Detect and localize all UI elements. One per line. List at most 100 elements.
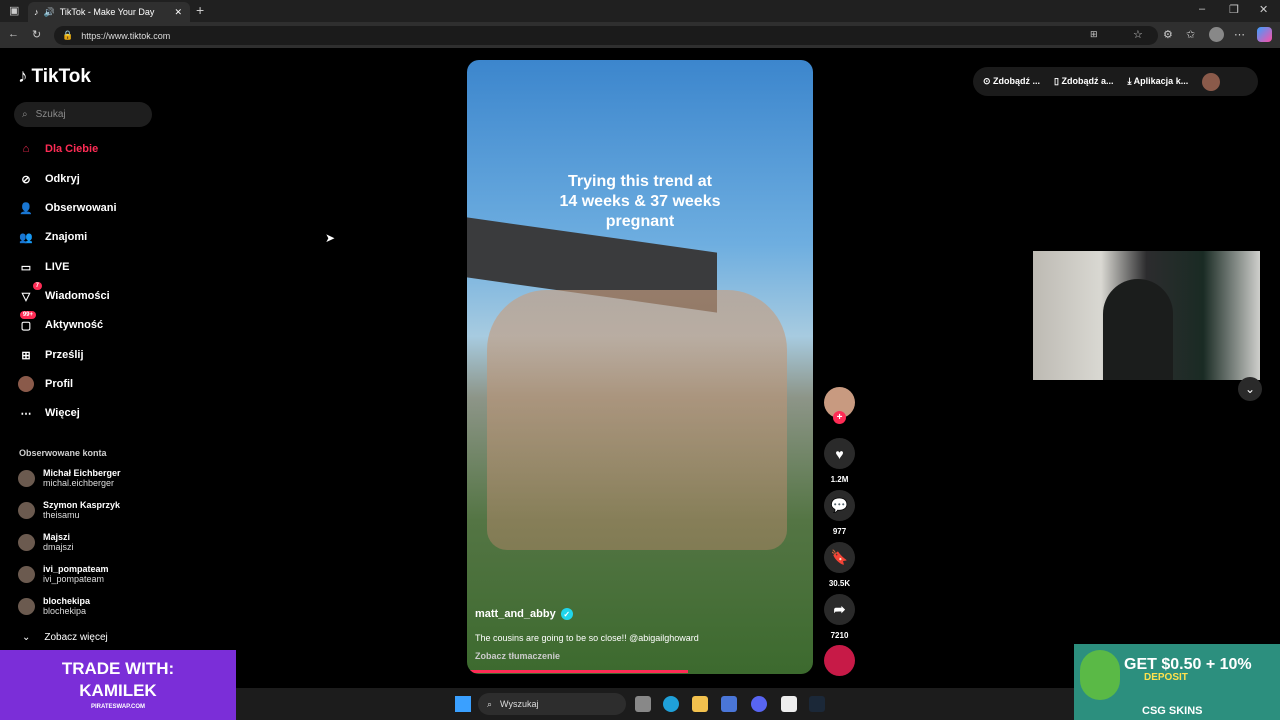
followed-account[interactable]: Michał Eichberger michal.eichberger [18,468,121,488]
avatar [18,565,35,583]
plus-square-icon: ⊞ [21,349,31,362]
task-view-icon[interactable] [635,696,651,712]
file-explorer-icon[interactable] [692,696,708,712]
taskbar-search-label: Wyszukaj [500,699,539,709]
favorites-icon[interactable]: ✩ [1186,28,1195,41]
nav-item-messages[interactable]: ▽ 7 Wiadomości [18,282,110,304]
nav-label: Dla Ciebie [45,143,99,155]
maximize-icon[interactable]: ❐ [1229,3,1239,16]
get-app-label: Zdobądź a... [1061,76,1114,86]
nav-label: Znajomi [45,231,88,243]
more-icon: ⋯ [20,407,32,420]
nav-label: Prześlij [45,349,84,361]
steam-icon[interactable] [809,696,825,712]
nav-item-for-you[interactable]: ⌂ Dla Ciebie [18,141,99,157]
video-player[interactable]: Trying this trend at 14 weeks & 37 weeks… [467,60,813,674]
followed-account[interactable]: Szymon Kasprzyk theisamu [18,500,120,520]
tiktok-logo[interactable]: ♪ TikTok [18,66,91,88]
share-button[interactable]: ➦ 7210 [824,594,855,640]
url-field[interactable]: 🔒 https://www.tiktok.com [54,26,1158,45]
save-button[interactable]: 🔖 30.5K [824,542,855,588]
people-group [487,290,787,550]
top-right-actions: ⊙ Zdobądź ... ▯ Zdobądź a... ⤓ Aplikacja… [973,67,1258,96]
account-handle: dmajszi [43,542,74,552]
back-icon[interactable]: ← [8,28,19,40]
streamer-figure [1103,279,1173,380]
browser-tab[interactable]: ♪ 🔊 TikTok - Make Your Day ✕ [28,2,190,22]
sponsor-banner-left: TRADE WITH: KAMILEK PIRATESWAP.COM [0,650,236,720]
music-disc-icon[interactable] [824,645,855,676]
account-name: Michał Eichberger [43,468,121,478]
followed-accounts-title: Obserwowane konta [19,448,107,458]
see-more-button[interactable]: ⌄ Zobacz więcej [22,632,108,643]
taskbar-search[interactable]: ⌕ Wyszukaj [478,693,626,715]
nav-label: Obserwowani [45,202,117,214]
desktop-app-button[interactable]: ⤓ Aplikacja k... [1128,76,1189,87]
follow-plus-icon[interactable]: + [833,411,846,424]
account-handle: blochekipa [43,606,87,616]
account-handle: ivi_pompateam [43,574,105,584]
people-icon: 👥 [19,231,33,244]
save-count: 30.5K [828,579,851,588]
new-tab-icon[interactable]: + [196,2,204,18]
audio-icon[interactable]: 🔊 [44,7,55,18]
next-video-chevron-icon[interactable]: ⌄ [1238,377,1262,401]
nav-item-following[interactable]: 👤 Obserwowani [18,200,117,216]
heart-icon: ♥ [824,438,855,469]
user-avatar[interactable] [1202,72,1221,91]
translate-link[interactable]: Zobacz tłumaczenie [475,651,560,661]
favorite-star-icon[interactable]: ☆ [1133,28,1143,41]
tab-title: TikTok - Make Your Day [59,7,155,17]
author-username: matt_and_abby [475,608,556,620]
tiktok-favicon-icon: ♪ [34,7,39,17]
nav-item-explore[interactable]: ⊘ Odkryj [18,171,79,187]
account-name: ivi_pompateam [43,564,109,574]
account-handle: michal.eichberger [43,478,115,488]
nav-item-upload[interactable]: ⊞ Prześlij [18,347,84,363]
send-icon: ▽ 7 [18,282,42,304]
nav-label: Aktywność [45,319,104,331]
avatar-icon [18,376,34,392]
nav-item-friends[interactable]: 👥 Znajomi [18,229,87,245]
nav-item-more[interactable]: ⋯ Więcej [18,405,80,421]
search-input[interactable]: ⌕ Szukaj [14,102,152,127]
settings-more-icon[interactable]: ⋯ [1234,28,1245,41]
edge-icon[interactable] [663,696,679,712]
minimize-icon[interactable]: – [1199,3,1205,15]
extensions-icon[interactable]: ⚙ [1163,28,1173,41]
followed-account[interactable]: ivi_pompateam ivi_pompateam [18,564,109,584]
translate-icon[interactable]: ⊞ [1090,29,1098,40]
comment-button[interactable]: 💬 977 [824,490,855,536]
like-button[interactable]: ♥ 1.2M [824,438,855,484]
store-icon[interactable] [721,696,737,712]
reload-icon[interactable]: ↻ [32,28,41,41]
get-app-button[interactable]: ▯ Zdobądź a... [1054,76,1113,87]
chevron-down-icon: ⌄ [22,632,31,643]
person-plus-icon: 👤 [19,202,33,215]
tab-close-icon[interactable]: ✕ [174,7,182,18]
get-coins-button[interactable]: ⊙ Zdobądź ... [983,76,1040,87]
nav-item-profile[interactable]: Profil [18,376,73,392]
desktop-app-label: Aplikacja k... [1133,76,1189,86]
lock-icon: 🔒 [62,30,74,40]
video-progress-bar[interactable] [467,670,689,673]
copilot-icon[interactable] [1257,27,1272,42]
ad-left-line2: KAMILEK [79,681,157,700]
nav-item-activity[interactable]: ▢ 99+ Aktywność [18,311,104,333]
logo-text: TikTok [31,66,91,87]
notes-icon[interactable] [781,696,797,712]
profile-avatar-icon[interactable] [1209,27,1224,42]
browser-menu-icon[interactable]: ▣ [9,4,19,17]
discord-icon[interactable] [751,696,767,712]
followed-account[interactable]: blochekipa blochekipa [18,596,90,616]
close-window-icon[interactable]: ✕ [1259,3,1268,16]
windows-start-icon[interactable] [455,696,471,712]
nav-label: Więcej [45,407,80,419]
video-author[interactable]: matt_and_abby ✓ [475,608,573,620]
ad-right-line2: DEPOSIT [1144,672,1188,683]
url-text: https://www.tiktok.com [81,30,171,41]
nav-item-live[interactable]: ▭ LIVE [18,259,70,275]
verified-icon: ✓ [560,608,573,620]
followed-account[interactable]: Majszi dmajszi [18,532,74,552]
see-more-label: Zobacz więcej [44,632,108,643]
